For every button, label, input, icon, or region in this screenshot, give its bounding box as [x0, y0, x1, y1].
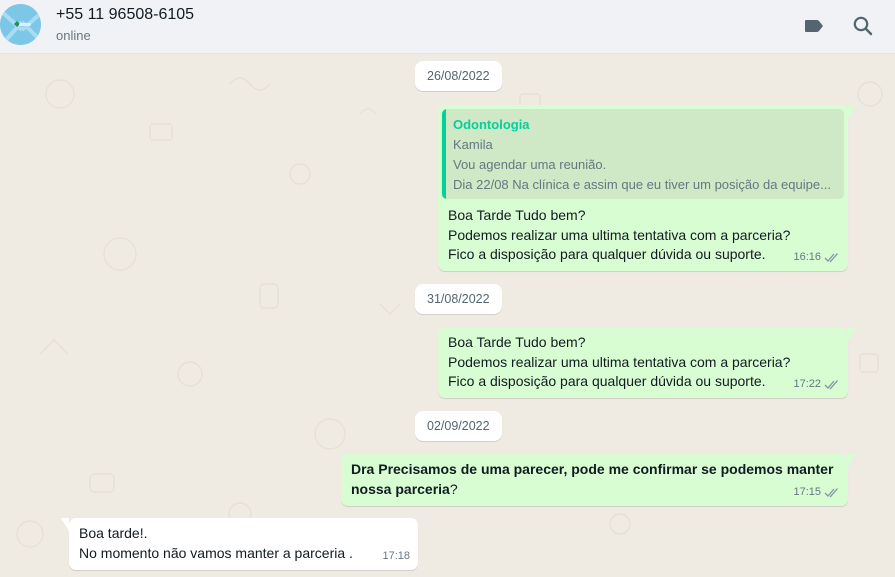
message-text-tail: ?: [449, 480, 458, 497]
message-text: Boa Tarde Tudo bem?: [448, 207, 586, 223]
contact-status: online: [56, 28, 91, 43]
bold-text: Dra Precisamos de uma parecer, pode me c…: [351, 461, 834, 477]
avatar[interactable]: [0, 4, 41, 45]
label-icon[interactable]: [802, 14, 826, 38]
bubble-tail: [848, 454, 856, 467]
quoted-line: Vou agendar uma reunião.: [453, 157, 607, 172]
outgoing-message[interactable]: Boa Tarde Tudo bem? Podemos realizar uma…: [438, 328, 856, 398]
date-separator: 26/08/2022: [415, 61, 502, 91]
search-icon[interactable]: [851, 14, 875, 38]
chat-header: +55 11 96508-6105 online: [0, 0, 895, 54]
message-text: No momento não vamos manter a parceria .: [79, 544, 353, 561]
double-check-icon: [824, 379, 838, 390]
bubble-tail: [848, 328, 856, 341]
quoted-message[interactable]: Odontologia Kamila Vou agendar uma reuni…: [442, 109, 844, 199]
message-meta: 17:22: [793, 375, 840, 395]
contact-name[interactable]: +55 11 96508-6105: [56, 6, 194, 24]
double-check-icon: [824, 487, 838, 498]
message-text: Boa Tarde Tudo bem?: [448, 334, 586, 350]
double-check-icon: [824, 252, 838, 263]
outgoing-message[interactable]: Odontologia Kamila Vou agendar uma reuni…: [438, 105, 856, 271]
message-text: Fico a disposição para qualquer dúvida o…: [448, 373, 766, 389]
message-text: Dra Precisamos de uma parecer, pode me c…: [351, 460, 833, 480]
message-meta: 17:18: [382, 547, 410, 567]
date-separator: 02/09/2022: [415, 411, 502, 441]
message-text: Podemos realizar uma ultima tentativa co…: [448, 226, 791, 243]
message-time: 17:18: [382, 549, 410, 562]
message-time: 17:22: [793, 377, 821, 390]
bold-text: nossa parceria: [351, 480, 450, 497]
date-separator: 31/08/2022: [415, 284, 502, 314]
message-text: Boa tarde!.: [79, 525, 148, 541]
outgoing-message[interactable]: Dra Precisamos de uma parecer, pode me c…: [341, 454, 856, 506]
message-meta: 17:15: [793, 483, 840, 503]
bubble-tail: [848, 105, 856, 118]
conversation-panel[interactable]: 26/08/2022 Odontologia Kamila Vou agenda…: [0, 54, 895, 577]
message-text: Fico a disposição para qualquer dúvida o…: [448, 246, 766, 262]
quoted-line: Kamila: [453, 137, 493, 152]
incoming-message[interactable]: Boa tarde!. No momento não vamos manter …: [61, 518, 418, 570]
message-text: Podemos realizar uma ultima tentativa co…: [448, 353, 791, 370]
quoted-sender: Odontologia: [453, 117, 530, 132]
message-meta: 16:16: [793, 248, 840, 268]
message-time: 16:16: [793, 250, 821, 263]
avatar-logo-icon: [0, 4, 41, 45]
bubble-tail: [61, 518, 69, 531]
quoted-line: Dia 22/08 Na clínica e assim que eu tive…: [453, 177, 831, 192]
message-text: nossa parceria?: [351, 480, 833, 500]
message-time: 17:15: [793, 485, 821, 498]
